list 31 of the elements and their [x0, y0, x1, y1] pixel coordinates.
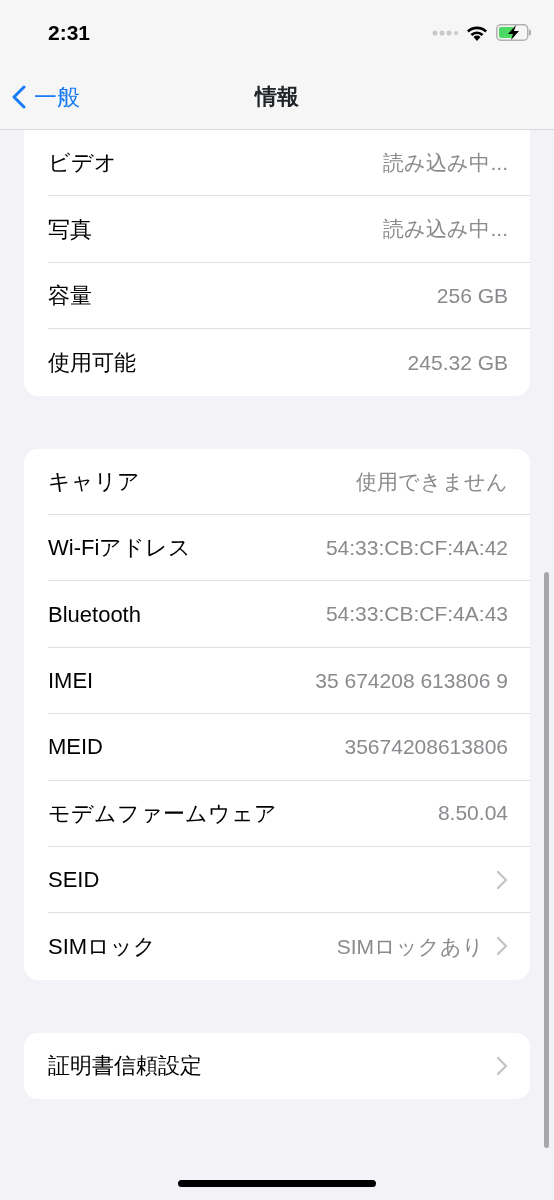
row-value: 35674208613806 — [344, 734, 508, 761]
row-label: Bluetooth — [48, 600, 141, 629]
status-time: 2:31 — [48, 19, 91, 46]
row-label: 写真 — [48, 215, 92, 244]
row-value: 読み込み中... — [383, 149, 508, 176]
row-value: 54:33:CB:CF:4A:42 — [325, 534, 508, 561]
row-label: IMEI — [48, 666, 94, 695]
battery-charging-icon — [496, 24, 532, 41]
row-label: SEID — [48, 866, 100, 895]
back-chevron-icon — [12, 85, 26, 109]
row-label: MEID — [48, 733, 103, 762]
row-value: 54:33:CB:CF:4A:43 — [325, 601, 508, 628]
row-value: SIMロックあり — [336, 933, 484, 960]
row-label: モデムファームウェア — [48, 799, 277, 828]
row-label: ビデオ — [48, 149, 117, 178]
row-value: 8.50.04 — [437, 800, 508, 827]
row-value: 読み込み中... — [383, 216, 508, 243]
row-value: 使用できません — [356, 468, 508, 495]
row-label: Wi-Fiアドレス — [48, 534, 192, 563]
row-label: 使用可能 — [48, 348, 136, 377]
row-label: SIMロック — [48, 933, 157, 961]
row-label: キャリア — [48, 467, 140, 496]
back-button[interactable]: 一般 — [0, 79, 80, 115]
wifi-icon — [466, 24, 488, 41]
row-value: 245.32 GB — [407, 349, 508, 376]
row-value: 256 GB — [436, 282, 508, 309]
row-label: 容量 — [48, 281, 92, 310]
row-label: 証明書信頼設定 — [48, 1052, 202, 1081]
page-title: 情報 — [255, 83, 299, 111]
signal-icon — [432, 29, 458, 36]
row-value: 35 674208 613806 9 — [315, 667, 508, 694]
